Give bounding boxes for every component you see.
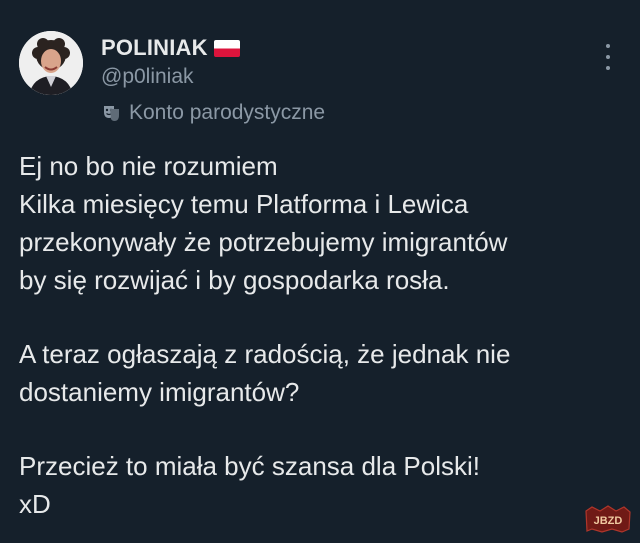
tweet-text-line: Kilka miesięcy temu Platforma i Lewica (19, 189, 469, 219)
tweet: POLINIAK @p0liniak Konto parodystyczne E… (0, 0, 640, 543)
account-label-text: Konto parodystyczne (129, 101, 326, 124)
more-options-icon[interactable] (601, 44, 615, 70)
watermark-text: JBZD (594, 515, 623, 527)
theater-masks-icon (101, 103, 121, 123)
tweet-text-line: Przecież to miała być szansa dla Polski! (19, 451, 480, 481)
author-handle[interactable]: @p0liniak (101, 65, 325, 93)
tweet-text-line: przekonywały że potrzebujemy imigrantów (19, 227, 508, 257)
tweet-text-line: xD (19, 489, 51, 519)
tweet-text-line: dostaniemy imigrantów? (19, 377, 300, 407)
tweet-header: POLINIAK @p0liniak Konto parodystyczne (101, 34, 325, 127)
tweet-text: Ej no bo nie rozumiem Kilka miesięcy tem… (19, 147, 619, 523)
author-display-name[interactable]: POLINIAK (101, 35, 208, 61)
tweet-text-line: Ej no bo nie rozumiem (19, 151, 278, 181)
tweet-text-line: A teraz ogłaszają z radością, że jednak … (19, 339, 511, 369)
avatar-image (19, 31, 83, 95)
jbzd-watermark-logo: JBZD (582, 503, 634, 535)
tweet-text-line: by się rozwijać i by gospodarka rosła. (19, 265, 450, 295)
parody-account-label: Konto parodystyczne (101, 99, 325, 127)
avatar[interactable] (19, 31, 83, 95)
author-name-row: POLINIAK (101, 34, 325, 62)
poland-flag-icon (213, 39, 240, 57)
